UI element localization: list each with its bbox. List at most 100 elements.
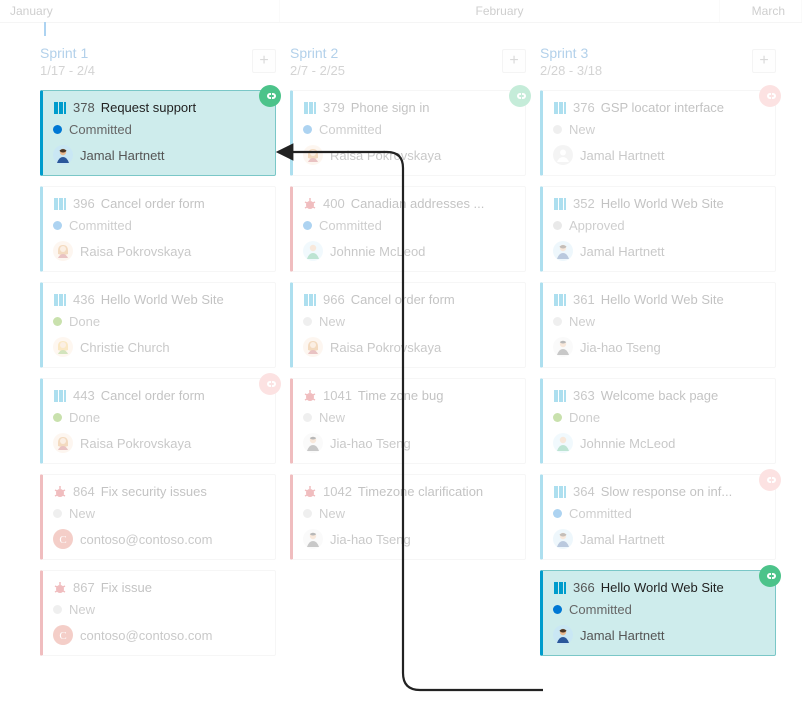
work-item-title[interactable]: Hello World Web Site [601,292,724,307]
work-item-card[interactable]: 352 Hello World Web Site Approved Jamal … [540,186,776,272]
work-item-title[interactable]: Hello World Web Site [601,196,724,211]
pbi-icon [303,293,317,307]
work-item-id: 361 [573,292,595,307]
work-item-id: 867 [73,580,95,595]
work-item-title[interactable]: Timezone clarification [358,484,483,499]
work-item-card[interactable]: 1041 Time zone bug New Jia-hao Tseng [290,378,526,464]
assignee-name[interactable]: contoso@contoso.com [80,628,212,643]
pbi-icon [553,197,567,211]
assignee-name[interactable]: Jamal Hartnett [580,148,665,163]
avatar-icon [553,625,573,645]
assignee-name[interactable]: Jamal Hartnett [80,148,165,163]
work-item-title[interactable]: GSP locator interface [601,100,724,115]
assignee-name[interactable]: Jamal Hartnett [580,244,665,259]
work-item-card[interactable]: 1042 Timezone clarification New Jia-hao … [290,474,526,560]
avatar-icon [303,433,323,453]
work-item-card[interactable]: 376 GSP locator interface New Jamal Hart… [540,90,776,176]
work-item-id: 378 [73,100,95,115]
work-item-title[interactable]: Welcome back page [601,388,719,403]
work-item-card[interactable]: 378 Request support Committed Jamal Hart… [40,90,276,176]
link-badge-icon[interactable] [509,85,531,107]
work-item-title[interactable]: Cancel order form [101,388,205,403]
avatar-icon [53,433,73,453]
assignee-name[interactable]: Raisa Pokrovskaya [330,340,441,355]
assignee-name[interactable]: Johnnie McLeod [580,436,675,451]
work-item-card[interactable]: 361 Hello World Web Site New Jia-hao Tse… [540,282,776,368]
pbi-icon [53,101,67,115]
assignee-name[interactable]: Christie Church [80,340,170,355]
assignee-name[interactable]: Raisa Pokrovskaya [80,436,191,451]
bug-icon [53,581,67,595]
work-item-title[interactable]: Fix security issues [101,484,207,499]
work-item-state: New [69,602,95,617]
work-item-id: 363 [573,388,595,403]
state-dot-icon [303,221,312,230]
work-item-card[interactable]: 443 Cancel order form Done Raisa Pokrovs… [40,378,276,464]
work-item-title[interactable]: Fix issue [101,580,152,595]
work-item-card[interactable]: 364 Slow response on inf... Committed Ja… [540,474,776,560]
work-item-id: 966 [323,292,345,307]
state-dot-icon [553,509,562,518]
assignee-name[interactable]: Jia-hao Tseng [330,436,411,451]
assignee-name[interactable]: Johnnie McLeod [330,244,425,259]
work-item-state: Committed [569,602,632,617]
work-item-card[interactable]: 400 Canadian addresses ... Committed Joh… [290,186,526,272]
state-dot-icon [53,413,62,422]
today-marker-icon [44,22,46,36]
work-item-title[interactable]: Cancel order form [101,196,205,211]
work-item-id: 443 [73,388,95,403]
work-item-state: New [569,314,595,329]
work-item-card[interactable]: 396 Cancel order form Committed Raisa Po… [40,186,276,272]
link-badge-icon[interactable] [259,85,281,107]
link-badge-icon[interactable] [259,373,281,395]
work-item-title[interactable]: Canadian addresses ... [351,196,485,211]
avatar-icon [53,337,73,357]
add-item-button[interactable]: + [502,49,526,73]
pbi-icon [53,293,67,307]
work-item-card[interactable]: 379 Phone sign in Committed Raisa Pokrov… [290,90,526,176]
link-badge-icon[interactable] [759,565,781,587]
sprint-title[interactable]: Sprint 2 [290,45,498,61]
add-item-button[interactable]: + [752,49,776,73]
avatar-icon [553,241,573,261]
bug-icon [303,197,317,211]
work-item-card[interactable]: 366 Hello World Web Site Committed Jamal… [540,570,776,656]
work-item-title[interactable]: Request support [101,100,196,115]
work-item-card[interactable]: 864 Fix security issues New contoso@cont… [40,474,276,560]
work-item-title[interactable]: Slow response on inf... [601,484,733,499]
bug-icon [303,389,317,403]
sprint-column-3: Sprint 3 2/28 - 3/18 + 376 GSP locator i… [540,45,776,666]
assignee-name[interactable]: Raisa Pokrovskaya [330,148,441,163]
work-item-title[interactable]: Cancel order form [351,292,455,307]
pbi-icon [553,485,567,499]
work-item-state: Done [569,410,600,425]
assignee-name[interactable]: Jia-hao Tseng [580,340,661,355]
work-item-id: 864 [73,484,95,499]
work-item-id: 352 [573,196,595,211]
state-dot-icon [303,317,312,326]
state-dot-icon [53,317,62,326]
state-dot-icon [53,605,62,614]
work-item-card[interactable]: 436 Hello World Web Site Done Christie C… [40,282,276,368]
card-list: 379 Phone sign in Committed Raisa Pokrov… [290,90,526,560]
work-item-card[interactable]: 966 Cancel order form New Raisa Pokrovsk… [290,282,526,368]
assignee-name[interactable]: Jia-hao Tseng [330,532,411,547]
sprint-title[interactable]: Sprint 1 [40,45,248,61]
assignee-name[interactable]: Raisa Pokrovskaya [80,244,191,259]
work-item-card[interactable]: 363 Welcome back page Done Johnnie McLeo… [540,378,776,464]
avatar-icon [303,145,323,165]
work-item-title[interactable]: Hello World Web Site [101,292,224,307]
sprint-dates: 2/28 - 3/18 [540,63,748,78]
assignee-name[interactable]: Jamal Hartnett [580,628,665,643]
work-item-title[interactable]: Hello World Web Site [601,580,724,595]
add-item-button[interactable]: + [252,49,276,73]
link-badge-icon[interactable] [759,469,781,491]
work-item-card[interactable]: 867 Fix issue New contoso@contoso.com [40,570,276,656]
sprint-title[interactable]: Sprint 3 [540,45,748,61]
assignee-name[interactable]: contoso@contoso.com [80,532,212,547]
work-item-title[interactable]: Time zone bug [358,388,444,403]
state-dot-icon [53,125,62,134]
work-item-title[interactable]: Phone sign in [351,100,430,115]
link-badge-icon[interactable] [759,85,781,107]
assignee-name[interactable]: Jamal Hartnett [580,532,665,547]
